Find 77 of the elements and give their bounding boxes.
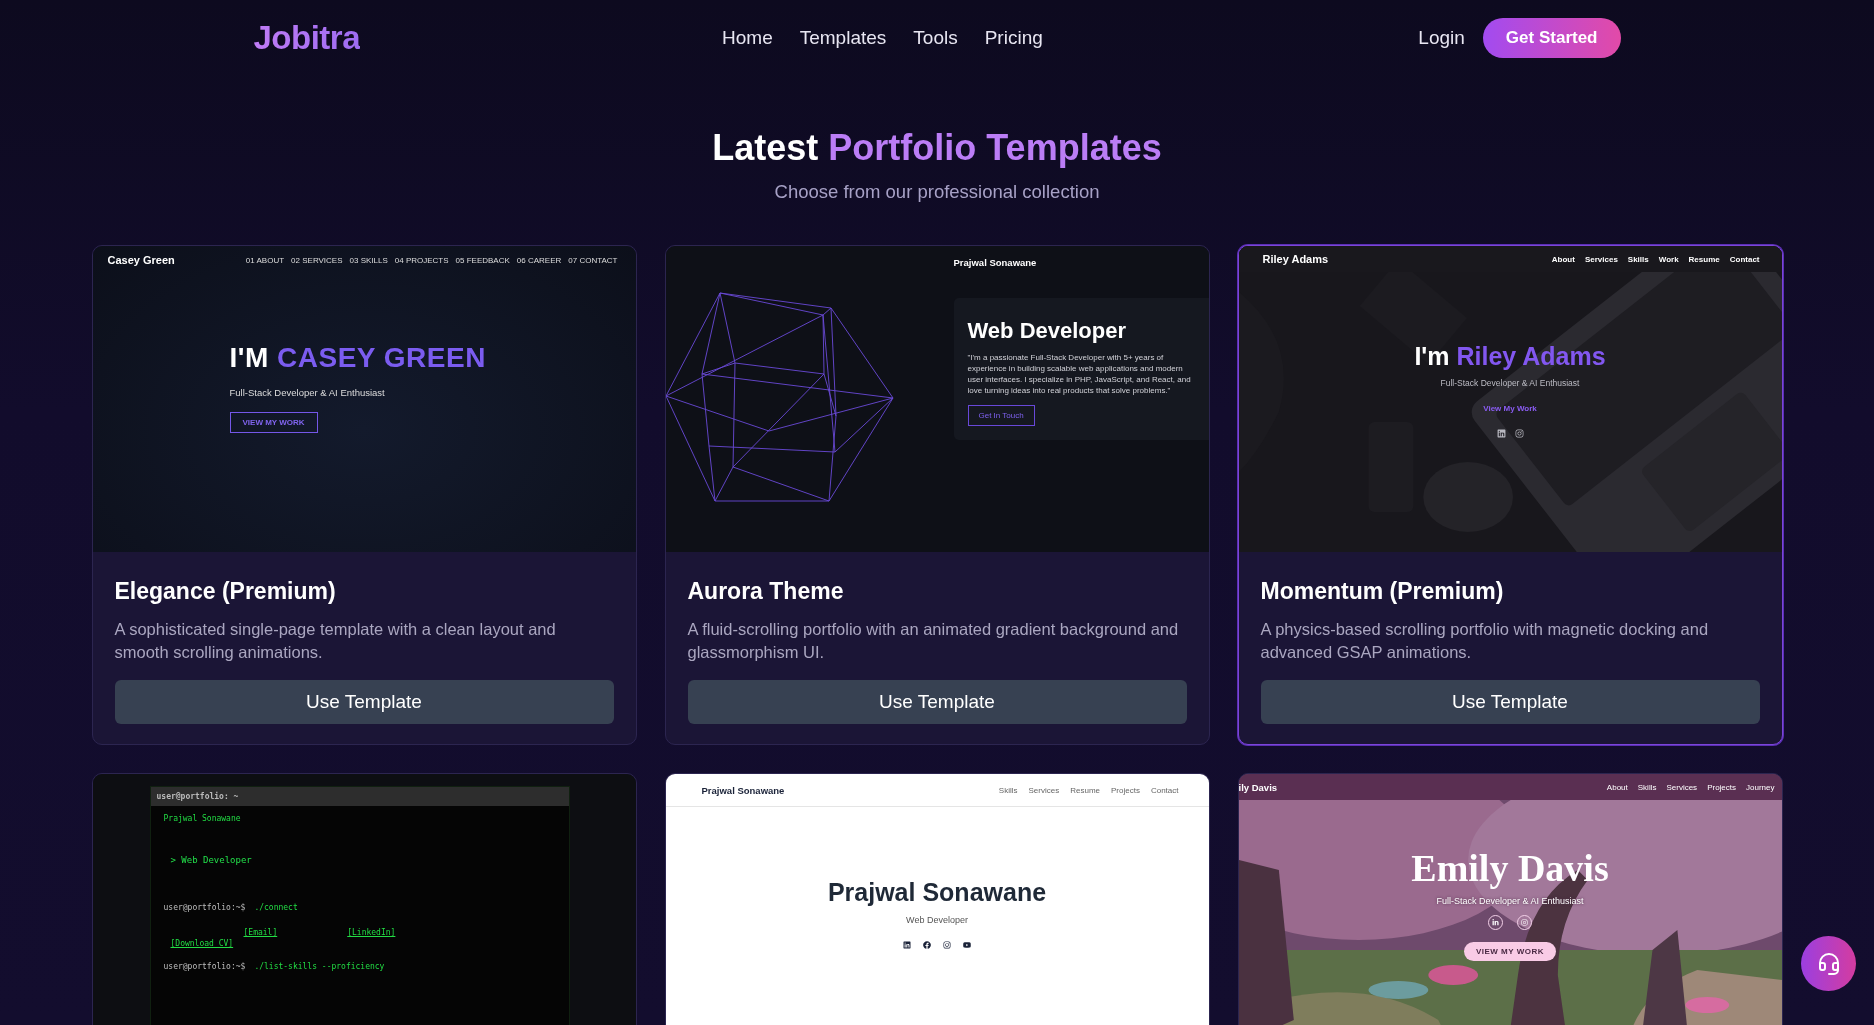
tagline: Full-Stack Developer & AI Enthusiast [1440,378,1580,388]
terminal-link[interactable]: [LinkedIn] [347,928,396,937]
page-heading: Latest Portfolio Templates [712,127,1162,169]
use-template-button[interactable]: Use Template [114,680,614,724]
nav-link[interactable]: Contact [1729,254,1760,264]
hero-heading: I'm Riley Adams [1414,342,1606,371]
nav-link[interactable]: Projects [1707,782,1737,792]
nav-link[interactable]: Work [1658,254,1679,264]
use-template-button[interactable]: Use Template [1260,680,1760,724]
template-description: A sophisticated single-page template with a clean layout and smooth scrolling animations. [114,619,557,663]
tagline: Web Developer [906,915,968,925]
brand-name: Riley Adams [1262,253,1329,265]
hero-heading: Prajwal Sonawane [827,878,1047,907]
brand-name: ily Davis [1238,781,1278,793]
nav-link[interactable]: About [1551,254,1575,264]
instagram-icon[interactable] [1514,429,1524,438]
terminal-link[interactable]: [Email] [243,928,278,937]
get-started-button[interactable]: Get Started [1482,17,1621,58]
nav-link[interactable]: 05 FEEDBACK [455,255,510,265]
linkedin-icon[interactable] [903,941,911,949]
nav-link[interactable]: Skills [1627,254,1649,264]
terminal-command: ./list-skills --proficiency [254,962,385,971]
headset-icon [1816,951,1841,976]
linkedin-icon[interactable] [1496,429,1506,438]
nav-link[interactable]: Contact [1150,785,1179,795]
contact-button[interactable]: Get In Touch [967,405,1035,426]
terminal-link[interactable]: [Download CV] [170,939,234,948]
hero-heading: Web Developer [967,318,1127,344]
tagline: Full-Stack Developer & AI Enthusiast [229,387,385,398]
view-work-link[interactable]: View My Work [1483,404,1537,413]
nav-link[interactable]: 02 SERVICES [291,255,343,265]
login-link[interactable]: Login [1418,26,1465,49]
facebook-icon[interactable] [923,941,931,949]
nav-link[interactable]: Resume [1688,254,1720,264]
nav-link[interactable]: Skills [1637,782,1657,792]
nav-link[interactable]: Templates [799,26,887,49]
page-subtitle: Choose from our professional collection [774,181,1100,203]
support-chat-button[interactable] [1801,936,1856,991]
view-work-button[interactable]: VIEW MY WORK [1463,942,1557,961]
nav-link[interactable]: Services [1028,785,1060,795]
nav-link[interactable]: 07 CONTACT [568,255,618,265]
template-description: A fluid-scrolling portfolio with an animated gradient background and glassmorphism UI. [687,619,1180,663]
nav-link[interactable]: 06 CAREER [516,255,562,265]
nav-link[interactable]: Pricing [984,26,1043,49]
nav-link[interactable]: Services [1666,782,1698,792]
tagline: Full-Stack Developer & AI Enthusiast [1436,896,1584,906]
terminal-prompt: user@portfolio:~$ [163,962,246,971]
nav-link[interactable]: Journey [1746,782,1775,792]
use-template-button[interactable]: Use Template [687,680,1187,724]
terminal-text: Prajwal Sonawane [163,814,241,823]
nav-link[interactable]: Projects [1111,785,1140,795]
nav-link[interactable]: 01 ABOUT [245,255,285,265]
terminal-prompt: user@portfolio:~$ [163,903,246,912]
instagram-icon[interactable] [943,941,951,949]
template-title: Aurora Theme [687,578,845,605]
view-work-button[interactable]: VIEW MY WORK [229,412,318,433]
nav-link[interactable]: 04 PROJECTS [394,255,449,265]
nav-link[interactable]: About [1606,782,1628,792]
nav-link[interactable]: Resume [1070,785,1100,795]
hero-heading: I'M CASEY GREEN [229,342,486,374]
terminal-text: > Web Developer [170,855,252,865]
brand-name: Casey Green [107,254,175,266]
nav-link[interactable]: 03 SKILLS [349,255,388,265]
brand-name: Prajwal Sonawane [701,784,785,796]
template-title: Elegance (Premium) [114,578,337,605]
nav-link[interactable]: Tools [913,26,958,49]
nav-link[interactable]: Services [1584,254,1618,264]
intro-text: "I'm a passionate Full-Stack Developer with 5+ years of experience in building scalable web applications and modern user interfaces. I specialize in PHP, JavaScript, and React, and love turning ideas into real products that solve problems." [967,352,1192,396]
hero-heading: Emily Davis [1411,846,1609,890]
terminal-command: ./connect [254,903,298,912]
nav-link[interactable]: Home [722,26,773,49]
template-description: A physics-based scrolling portfolio with magnetic docking and advanced GSAP animations. [1260,619,1710,663]
youtube-icon[interactable] [963,941,971,949]
nav-link[interactable]: Skills [998,785,1018,795]
brand-name: Prajwal Sonawane [953,257,1038,268]
template-title: Momentum (Premium) [1260,578,1505,605]
terminal-title: user@portfolio: ~ [156,792,239,801]
